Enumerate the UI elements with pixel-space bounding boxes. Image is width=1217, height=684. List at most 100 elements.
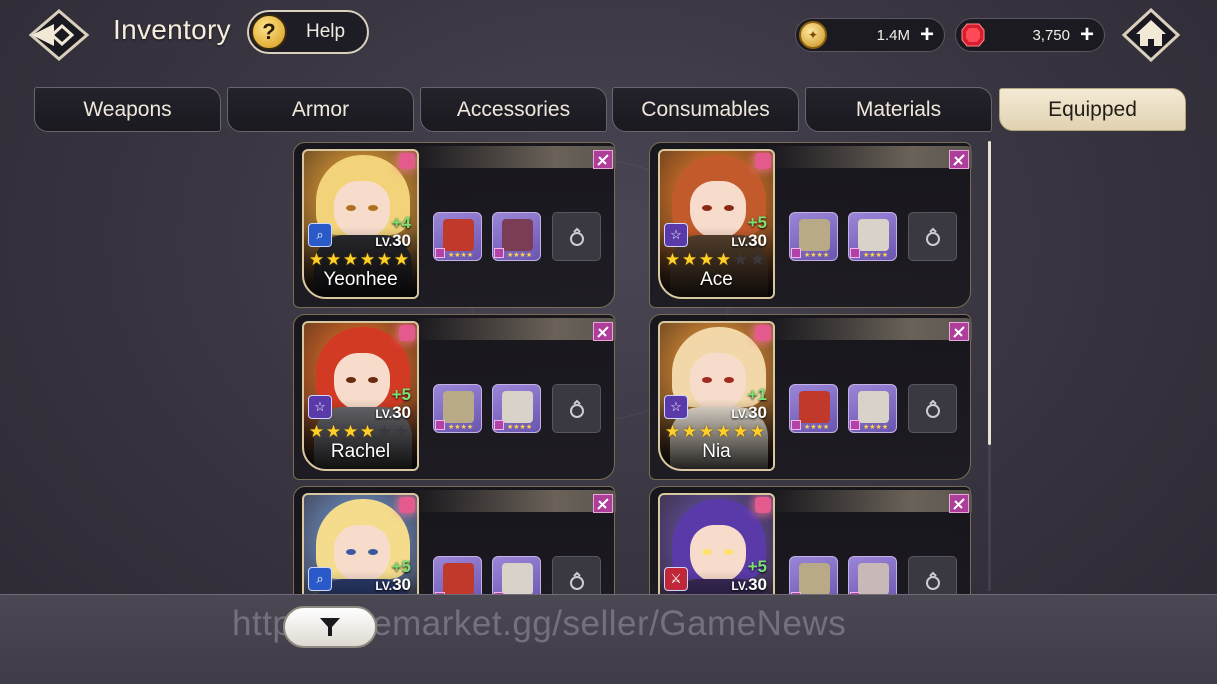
unequip-all-icon[interactable] bbox=[949, 150, 969, 169]
item-stars: ★★★★ bbox=[863, 424, 889, 431]
hero-card[interactable]: ⌕ +4 LV.30 ★ ★ ★ ★ ★ ★ Yeonhee ★★★★ ★★★★ bbox=[293, 142, 616, 308]
hero-name: Ace bbox=[700, 269, 733, 290]
unequip-all-icon[interactable] bbox=[949, 322, 969, 341]
ring-icon bbox=[925, 227, 940, 246]
star-icon: ★ bbox=[749, 422, 766, 441]
hero-level: LV.30 bbox=[731, 403, 767, 423]
hero-name: Rachel bbox=[330, 441, 391, 462]
star-icon: ★ bbox=[359, 250, 376, 269]
question-mark-icon: ? bbox=[251, 14, 287, 50]
empty-accessory-slot[interactable] bbox=[552, 212, 601, 261]
portrait-eye bbox=[346, 205, 356, 211]
level-prefix: LV. bbox=[375, 235, 393, 249]
filter-button[interactable] bbox=[283, 606, 377, 648]
portrait-eye bbox=[702, 549, 712, 555]
equipment-slot-weapon[interactable]: ★★★★ bbox=[433, 384, 482, 433]
hero-card[interactable]: ⌕+5LV.30 ★★★★ ★★★★ bbox=[293, 486, 616, 595]
equipped-item-icon bbox=[858, 219, 889, 251]
star-icon: ☆ bbox=[664, 395, 688, 419]
ring-icon bbox=[925, 571, 940, 590]
equipped-item-icon bbox=[443, 563, 474, 595]
equipped-item-icon bbox=[502, 219, 533, 251]
hero-level: LV.30 bbox=[731, 231, 767, 251]
tab-consumables[interactable]: Consumables bbox=[612, 87, 799, 132]
empty-accessory-slot[interactable] bbox=[908, 212, 957, 261]
star-icon: ★ bbox=[698, 250, 715, 269]
filter-funnel-icon bbox=[320, 618, 340, 636]
new-indicator-icon bbox=[755, 497, 771, 513]
hero-portrait[interactable]: ☆ +5 LV.30 ★ ★ ★ ★ ★ ★ Rachel bbox=[302, 321, 419, 471]
level-value: 30 bbox=[748, 231, 767, 250]
tab-armor[interactable]: Armor bbox=[227, 87, 414, 132]
star-icon: ★ bbox=[715, 250, 732, 269]
unequip-all-icon[interactable] bbox=[949, 494, 969, 513]
portrait-eye bbox=[368, 377, 378, 383]
new-indicator-icon bbox=[755, 325, 771, 341]
hero-card[interactable]: ⚔+5LV.30 ★★★★ ★★★★ bbox=[649, 486, 972, 595]
level-prefix: LV. bbox=[375, 579, 393, 593]
equipment-slot-weapon[interactable]: ★★★★ bbox=[789, 212, 838, 261]
portrait-eye bbox=[724, 377, 734, 383]
equipment-slot-armor[interactable]: ★★★★ bbox=[492, 212, 541, 261]
equipped-hero-list[interactable]: ⌕ +4 LV.30 ★ ★ ★ ★ ★ ★ Yeonhee ★★★★ ★★★★ ☆ +5 LV.30 ★ ★ ★… bbox=[273, 140, 993, 595]
tab-materials[interactable]: Materials bbox=[805, 87, 992, 132]
card-header-bar bbox=[412, 318, 616, 341]
item-type-icon bbox=[850, 248, 860, 258]
empty-accessory-slot[interactable] bbox=[552, 556, 601, 595]
new-indicator-icon bbox=[399, 325, 415, 341]
item-stars: ★★★★ bbox=[507, 424, 533, 431]
equipment-slot-weapon[interactable]: ★★★★ bbox=[789, 384, 838, 433]
item-type-icon bbox=[494, 420, 504, 430]
hero-portrait[interactable]: ⌕ +5 LV.30 bbox=[302, 493, 419, 595]
new-indicator-icon bbox=[399, 497, 415, 513]
hero-level: LV.30 bbox=[375, 575, 411, 595]
add-gems-button[interactable]: + bbox=[1076, 23, 1098, 47]
star-icon: ☆ bbox=[664, 223, 688, 247]
hero-portrait[interactable]: ⚔ +5 LV.30 bbox=[658, 493, 775, 595]
equipment-slot-armor[interactable]: ★★★★ bbox=[848, 384, 897, 433]
hero-level: LV.30 bbox=[375, 231, 411, 251]
level-value: 30 bbox=[392, 575, 411, 594]
back-arrow-icon bbox=[28, 9, 90, 61]
equipment-slot-armor[interactable]: ★★★★ bbox=[848, 556, 897, 595]
gem-amount: 3,750 bbox=[1032, 26, 1070, 44]
hero-card[interactable]: ☆ +5 LV.30 ★ ★ ★ ★ ★ ★ Ace ★★★★ ★★★★ bbox=[649, 142, 972, 308]
empty-accessory-slot[interactable] bbox=[552, 384, 601, 433]
equipment-slot-armor[interactable]: ★★★★ bbox=[492, 384, 541, 433]
hero-portrait[interactable]: ⌕ +4 LV.30 ★ ★ ★ ★ ★ ★ Yeonhee bbox=[302, 149, 419, 299]
level-prefix: LV. bbox=[731, 579, 749, 593]
equipment-slot-armor[interactable]: ★★★★ bbox=[848, 212, 897, 261]
unequip-all-icon[interactable] bbox=[593, 494, 613, 513]
star-icon: ★ bbox=[393, 250, 410, 269]
tab-equipped[interactable]: Equipped bbox=[999, 88, 1186, 131]
equipped-item-icon bbox=[858, 563, 889, 595]
equipped-item-icon bbox=[502, 563, 533, 595]
hero-card[interactable]: ☆ +5 LV.30 ★ ★ ★ ★ ★ ★ Rachel ★★★★ ★★★★ bbox=[293, 314, 616, 480]
help-button[interactable]: ? Help bbox=[247, 10, 369, 54]
hero-card[interactable]: ☆ +1 LV.30 ★ ★ ★ ★ ★ ★ Nia ★★★★ ★★★★ bbox=[649, 314, 972, 480]
home-button[interactable] bbox=[1122, 8, 1180, 62]
empty-accessory-slot[interactable] bbox=[908, 384, 957, 433]
add-gold-button[interactable]: + bbox=[916, 23, 938, 47]
item-type-icon bbox=[791, 420, 801, 430]
hero-portrait[interactable]: ☆ +1 LV.30 ★ ★ ★ ★ ★ ★ Nia bbox=[658, 321, 775, 471]
ring-icon bbox=[569, 571, 584, 590]
equipment-slot-armor[interactable]: ★★★★ bbox=[492, 556, 541, 595]
hero-portrait[interactable]: ☆ +5 LV.30 ★ ★ ★ ★ ★ ★ Ace bbox=[658, 149, 775, 299]
equipment-slot-weapon[interactable]: ★★★★ bbox=[789, 556, 838, 595]
equipment-slot-weapon[interactable]: ★★★★ bbox=[433, 212, 482, 261]
star-icon: ★ bbox=[342, 250, 359, 269]
tab-accessories[interactable]: Accessories bbox=[420, 87, 607, 132]
star-icon: ★ bbox=[681, 250, 698, 269]
empty-accessory-slot[interactable] bbox=[908, 556, 957, 595]
unequip-all-icon[interactable] bbox=[593, 150, 613, 169]
star-icon: ★ bbox=[715, 422, 732, 441]
back-button[interactable] bbox=[28, 8, 90, 62]
tab-weapons[interactable]: Weapons bbox=[34, 87, 221, 132]
portrait-eye bbox=[724, 205, 734, 211]
scrollbar-thumb[interactable] bbox=[988, 141, 991, 445]
unequip-all-icon[interactable] bbox=[593, 322, 613, 341]
equipment-slot-weapon[interactable]: ★★★★ bbox=[433, 556, 482, 595]
portrait-eye bbox=[368, 205, 378, 211]
portrait-eye bbox=[702, 205, 712, 211]
